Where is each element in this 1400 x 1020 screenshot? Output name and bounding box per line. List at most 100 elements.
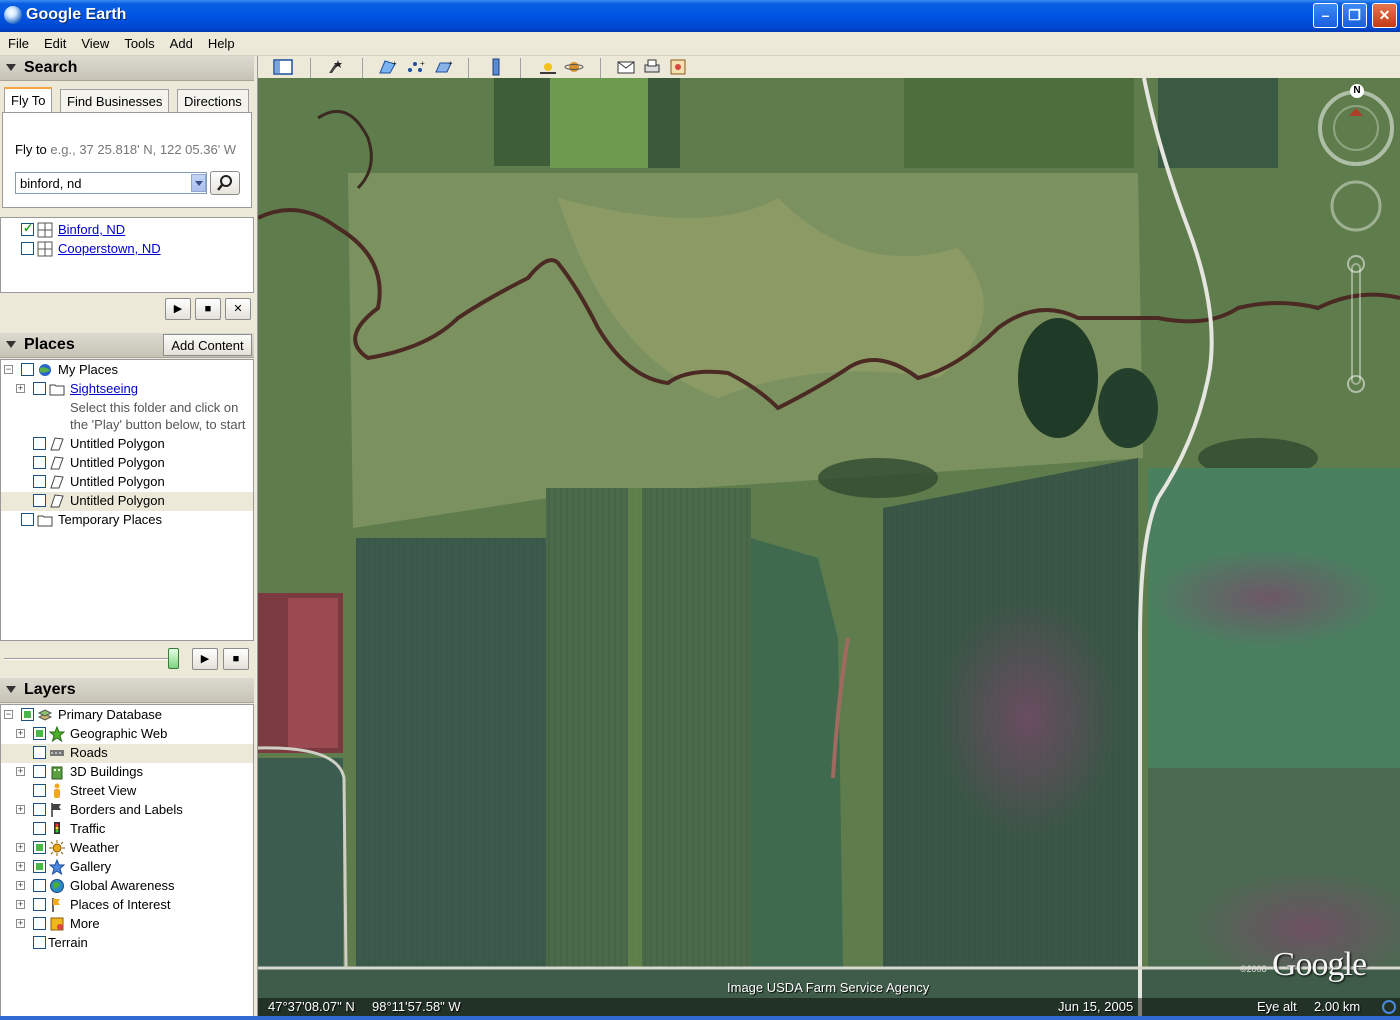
compass-north-label[interactable]: N <box>1350 84 1364 98</box>
tab-directions[interactable]: Directions <box>177 89 249 112</box>
sidebar-toggle-icon[interactable] <box>273 58 293 76</box>
add-polygon-icon[interactable]: + <box>378 58 398 76</box>
stop-tour-button[interactable]: ■ <box>223 648 249 670</box>
collapse-triangle-icon[interactable] <box>6 686 16 693</box>
close-button[interactable]: ✕ <box>1372 3 1397 28</box>
tree-checkbox[interactable] <box>33 437 46 450</box>
menu-edit[interactable]: Edit <box>36 32 73 51</box>
menu-help[interactable]: Help <box>200 32 242 51</box>
email-icon[interactable] <box>616 58 636 76</box>
tree-checkbox[interactable] <box>33 841 46 854</box>
expand-icon[interactable]: + <box>16 843 25 852</box>
maximize-button[interactable]: ❐ <box>1342 3 1367 28</box>
title-bar[interactable]: Google Earth – ❐ ✕ <box>0 0 1400 32</box>
expand-icon[interactable]: + <box>16 384 25 393</box>
tree-checkbox[interactable] <box>33 746 46 759</box>
collapse-icon[interactable]: − <box>4 710 13 719</box>
layer-roads[interactable]: Roads <box>1 744 253 763</box>
result-link-cooperstown[interactable]: Cooperstown, ND <box>58 241 161 256</box>
sky-icon[interactable] <box>564 58 584 76</box>
tree-item-polygon[interactable]: Untitled Polygon <box>1 473 253 492</box>
clear-results-button[interactable]: ✕ <box>225 298 251 320</box>
tree-checkbox[interactable] <box>33 822 46 835</box>
layer-gallery[interactable]: + Gallery <box>1 858 253 877</box>
layer-borders-and-labels[interactable]: + Borders and Labels <box>1 801 253 820</box>
tree-checkbox[interactable] <box>33 475 46 488</box>
tree-checkbox[interactable] <box>21 513 34 526</box>
navigation-controls[interactable] <box>1316 88 1396 398</box>
tree-checkbox[interactable] <box>33 494 46 507</box>
places-panel-header[interactable]: Places Add Content <box>0 333 254 358</box>
layer-more[interactable]: + More <box>1 915 253 934</box>
print-icon[interactable] <box>642 58 662 76</box>
tree-checkbox[interactable] <box>33 917 46 930</box>
tree-checkbox[interactable] <box>33 803 46 816</box>
tree-checkbox[interactable] <box>33 860 46 873</box>
expand-icon[interactable]: + <box>16 919 25 928</box>
result-checkbox[interactable] <box>21 242 34 255</box>
menu-file[interactable]: File <box>0 32 36 51</box>
expand-icon[interactable]: + <box>16 805 25 814</box>
view-in-maps-icon[interactable] <box>668 58 688 76</box>
stop-button[interactable]: ■ <box>195 298 221 320</box>
compass-ring[interactable] <box>1318 90 1394 166</box>
tree-item-my-places[interactable]: − My Places <box>1 361 253 380</box>
menu-add[interactable]: Add <box>162 32 200 51</box>
menu-tools[interactable]: Tools <box>116 32 161 51</box>
tour-speed-slider-thumb[interactable] <box>168 648 179 669</box>
layer-geographic-web[interactable]: + Geographic Web <box>1 725 253 744</box>
tree-checkbox[interactable] <box>33 727 46 740</box>
layer-terrain[interactable]: Terrain <box>1 934 253 953</box>
tab-fly-to[interactable]: Fly To <box>4 87 53 113</box>
tree-item-primary-database[interactable]: − Primary Database <box>1 706 253 725</box>
list-item[interactable]: Binford, ND <box>1 221 251 240</box>
layer-weather[interactable]: + Weather <box>1 839 253 858</box>
layer-places-of-interest[interactable]: + Places of Interest <box>1 896 253 915</box>
tree-item-polygon-selected[interactable]: Untitled Polygon <box>1 492 253 511</box>
tree-item-sightseeing[interactable]: + Sightseeing <box>1 380 253 399</box>
list-item[interactable]: Cooperstown, ND <box>1 240 251 259</box>
tree-checkbox[interactable] <box>33 382 46 395</box>
sightseeing-link[interactable]: Sightseeing <box>70 381 138 396</box>
play-tour-button[interactable]: ▶ <box>192 648 218 670</box>
tree-checkbox[interactable] <box>21 708 34 721</box>
collapse-icon[interactable]: − <box>4 365 13 374</box>
tree-item-temporary-places[interactable]: Temporary Places <box>1 511 253 530</box>
layer-global-awareness[interactable]: + Global Awareness <box>1 877 253 896</box>
expand-icon[interactable]: + <box>16 900 25 909</box>
add-path-icon[interactable]: + <box>406 58 426 76</box>
sunlight-icon[interactable] <box>538 58 558 76</box>
search-history-dropdown[interactable] <box>191 174 206 192</box>
add-overlay-icon[interactable]: + <box>434 58 454 76</box>
minimize-button[interactable]: – <box>1313 3 1338 28</box>
ruler-icon[interactable] <box>486 58 506 76</box>
tree-checkbox[interactable] <box>33 456 46 469</box>
search-button[interactable] <box>210 171 240 195</box>
layer-traffic[interactable]: Traffic <box>1 820 253 839</box>
look-joystick[interactable] <box>1330 180 1382 232</box>
expand-icon[interactable]: + <box>16 862 25 871</box>
play-button[interactable]: ▶ <box>165 298 191 320</box>
add-content-button[interactable]: Add Content <box>163 334 252 356</box>
tree-checkbox[interactable] <box>33 784 46 797</box>
expand-icon[interactable]: + <box>16 767 25 776</box>
zoom-slider[interactable] <box>1351 263 1361 385</box>
placemark-icon[interactable] <box>326 58 346 76</box>
collapse-triangle-icon[interactable] <box>6 64 16 71</box>
search-input[interactable]: binford, nd <box>15 172 207 194</box>
earth-3d-view[interactable]: N Google ©2008 Image USDA Farm Service A… <box>258 78 1400 1016</box>
result-checkbox[interactable] <box>21 221 34 236</box>
result-link-binford[interactable]: Binford, ND <box>58 222 125 237</box>
tour-speed-slider-track[interactable] <box>4 658 178 660</box>
layer-street-view[interactable]: Street View <box>1 782 253 801</box>
tree-checkbox[interactable] <box>33 879 46 892</box>
tree-checkbox[interactable] <box>33 765 46 778</box>
collapse-triangle-icon[interactable] <box>6 341 16 348</box>
tree-checkbox[interactable] <box>33 936 46 949</box>
tab-find-businesses[interactable]: Find Businesses <box>60 89 170 112</box>
tree-checkbox[interactable] <box>33 898 46 911</box>
menu-view[interactable]: View <box>73 32 116 51</box>
tree-item-polygon[interactable]: Untitled Polygon <box>1 435 253 454</box>
layers-panel-header[interactable]: Layers <box>0 678 254 703</box>
tree-item-polygon[interactable]: Untitled Polygon <box>1 454 253 473</box>
